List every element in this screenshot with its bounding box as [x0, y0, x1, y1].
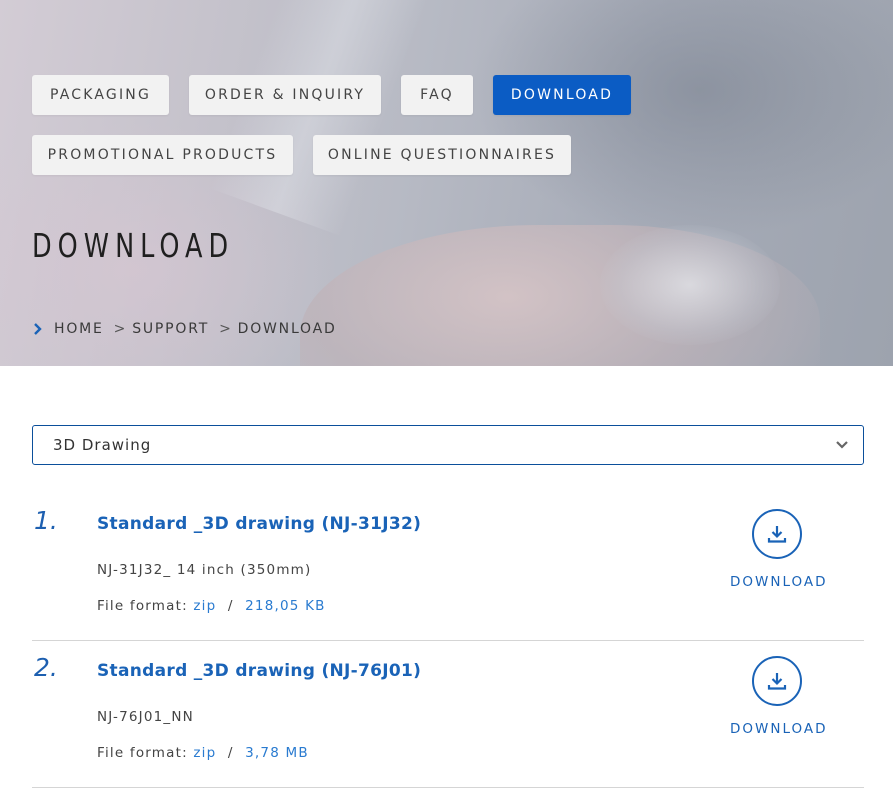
file-format-label: File format:: [97, 598, 188, 614]
download-icon: [767, 673, 787, 690]
download-link[interactable]: DOWNLOAD: [730, 574, 826, 590]
hero-background-shape: [600, 225, 780, 345]
item-description: NJ-31J32_ 14 inch (350mm): [97, 562, 312, 578]
file-format-label: File format:: [97, 745, 188, 761]
download-link[interactable]: DOWNLOAD: [730, 721, 826, 737]
download-button[interactable]: [752, 656, 802, 706]
hero-background-shape: [470, 0, 893, 240]
file-size-value: 218,05 KB: [245, 598, 326, 614]
nav-packaging-button[interactable]: PACKAGING: [32, 75, 169, 115]
file-info-separator: /: [227, 745, 234, 761]
download-list-item: 2. Standard _3D drawing (NJ-76J01) NJ-76…: [32, 641, 864, 788]
download-icon: [767, 526, 787, 543]
breadcrumb-home-link[interactable]: HOME: [54, 321, 104, 337]
item-file-info: File format: zip / 3,78 MB: [97, 745, 309, 761]
item-file-info: File format: zip / 218,05 KB: [97, 598, 326, 614]
item-title-link[interactable]: Standard _3D drawing (NJ-31J32): [97, 514, 421, 534]
file-format-value: zip: [193, 598, 217, 614]
chevron-right-icon: [34, 323, 42, 335]
file-format-value: zip: [193, 745, 217, 761]
file-size-value: 3,78 MB: [245, 745, 309, 761]
hero-banner: PACKAGING ORDER & INQUIRY FAQ DOWNLOAD P…: [0, 0, 893, 366]
item-title-link[interactable]: Standard _3D drawing (NJ-76J01): [97, 661, 421, 681]
download-button[interactable]: [752, 509, 802, 559]
chevron-down-icon: [836, 441, 848, 449]
breadcrumb-separator: >: [219, 321, 233, 337]
breadcrumb-separator: >: [113, 321, 128, 337]
file-info-separator: /: [227, 598, 234, 614]
breadcrumb: HOME > SUPPORT > DOWNLOAD: [32, 321, 337, 337]
item-number: 2.: [34, 653, 58, 682]
nav-download-button[interactable]: DOWNLOAD: [493, 75, 631, 115]
nav-online-questionnaires-button[interactable]: ONLINE QUESTIONNAIRES: [313, 135, 571, 175]
category-select-value: 3D Drawing: [53, 436, 152, 454]
nav-faq-button[interactable]: FAQ: [401, 75, 473, 115]
category-select[interactable]: 3D Drawing: [32, 425, 864, 465]
breadcrumb-current: DOWNLOAD: [237, 321, 337, 337]
item-number: 1.: [34, 506, 58, 535]
nav-promotional-products-button[interactable]: PROMOTIONAL PRODUCTS: [32, 135, 293, 175]
download-list-item: 1. Standard _3D drawing (NJ-31J32) NJ-31…: [32, 494, 864, 641]
breadcrumb-support-link[interactable]: SUPPORT: [132, 321, 209, 337]
page-title: DOWNLOAD: [32, 226, 235, 265]
item-description: NJ-76J01_NN: [97, 709, 194, 725]
nav-order-inquiry-button[interactable]: ORDER & INQUIRY: [189, 75, 381, 115]
